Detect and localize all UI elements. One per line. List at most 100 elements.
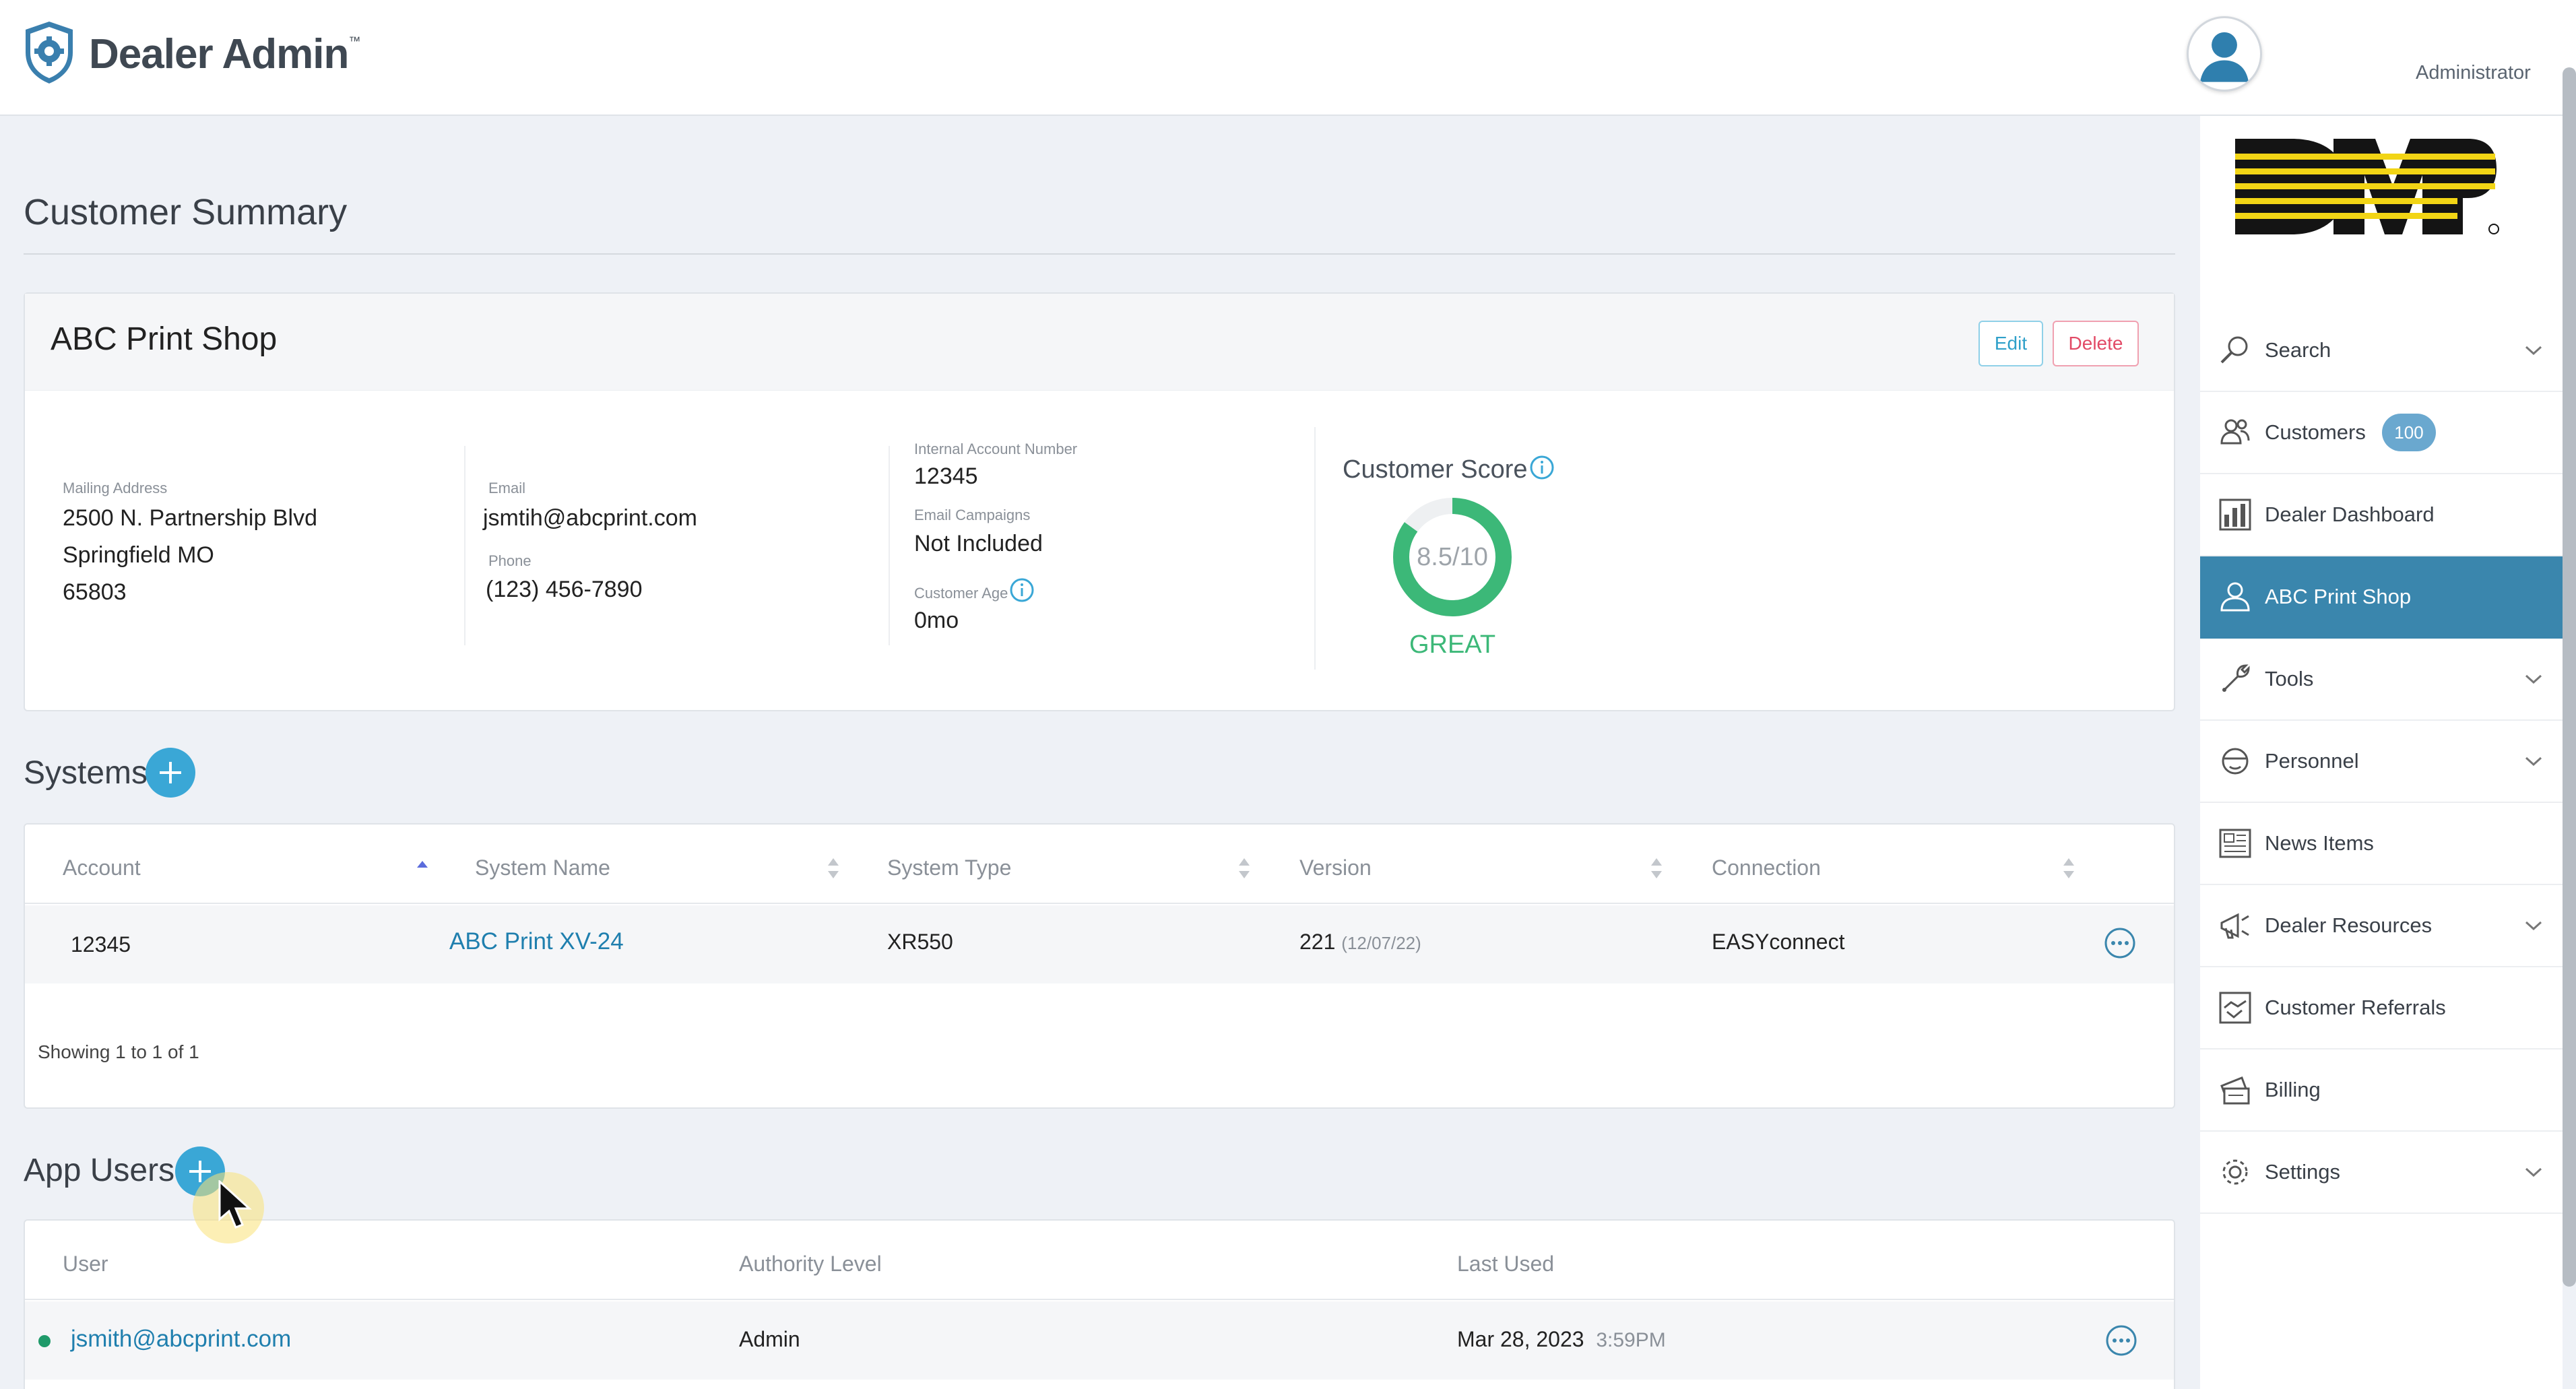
chevron-down-icon xyxy=(2525,346,2542,356)
cell-version: 221 (12/07/22) xyxy=(1299,930,1421,955)
row-actions-button[interactable] xyxy=(2105,1324,2137,1357)
online-status-dot xyxy=(38,1335,51,1347)
score-value: 8.5/10 xyxy=(1417,542,1488,571)
sidebar-item-abc-print-shop[interactable]: ABC Print Shop xyxy=(2200,556,2563,639)
table-row[interactable]: jsmith@abcprint.com Admin Mar 28, 2023 3… xyxy=(25,1301,2174,1380)
sidebar: Search Customers 100 Dealer Dashboard AB… xyxy=(2200,116,2563,1389)
sidebar-item-customer-referrals[interactable]: Customer Referrals xyxy=(2200,967,2563,1049)
sidebar-item-label: Billing xyxy=(2265,1078,2321,1101)
account-number: 12345 xyxy=(914,463,978,489)
sort-icon[interactable] xyxy=(1237,857,1251,880)
info-icon[interactable] xyxy=(1528,454,1555,484)
info-icon[interactable] xyxy=(1008,577,1035,607)
sidebar-item-tools[interactable]: Tools xyxy=(2200,639,2563,721)
sidebar-item-label: Search xyxy=(2265,338,2331,362)
sort-icon[interactable] xyxy=(1650,857,1663,880)
column-divider xyxy=(1314,427,1316,670)
sidebar-item-label: Personnel xyxy=(2265,749,2359,773)
billing-icon xyxy=(2218,1072,2253,1107)
email-label: Email xyxy=(488,480,526,496)
cell-last-used: Mar 28, 2023 3:59PM xyxy=(1457,1327,1666,1352)
customer-email[interactable]: jsmtih@abcprint.com xyxy=(483,500,697,537)
sidebar-item-label: ABC Print Shop xyxy=(2265,585,2412,608)
column-header-version[interactable]: Version xyxy=(1299,855,1372,880)
brand-name: Dealer Admin™ xyxy=(89,31,360,77)
column-header-system-type[interactable]: System Type xyxy=(887,855,1011,880)
customer-count-badge: 100 xyxy=(2382,414,2436,451)
address-line1: 2500 N. Partnership Blvd xyxy=(63,505,317,531)
scrollbar[interactable] xyxy=(2563,67,2576,1287)
column-header-account[interactable]: Account xyxy=(63,855,141,880)
add-system-button[interactable] xyxy=(146,748,195,798)
user-role: Administrator xyxy=(2416,62,2531,84)
address-line3: 65803 xyxy=(63,579,127,605)
email-campaigns-label: Email Campaigns xyxy=(914,507,1031,523)
sidebar-item-search[interactable]: Search xyxy=(2200,310,2563,392)
sidebar-item-label: News Items xyxy=(2265,831,2374,855)
sidebar-item-dealer-resources[interactable]: Dealer Resources xyxy=(2200,885,2563,967)
score-grade: GREAT xyxy=(1409,631,1496,659)
sidebar-item-label: Tools xyxy=(2265,667,2314,690)
system-name-link[interactable]: ABC Print XV-24 xyxy=(449,928,624,955)
app-user-link[interactable]: jsmith@abcprint.com xyxy=(71,1326,291,1353)
table-header: Account System Name System Type Version … xyxy=(25,825,2174,904)
sort-icon[interactable] xyxy=(2062,857,2075,880)
search-icon xyxy=(2218,333,2253,368)
delete-button[interactable]: Delete xyxy=(2053,321,2139,366)
sort-asc-icon[interactable] xyxy=(416,857,429,880)
sidebar-item-label: Customer Referrals xyxy=(2265,996,2446,1019)
dashboard-icon xyxy=(2218,497,2253,532)
systems-table: Account System Name System Type Version … xyxy=(24,823,2175,1109)
account-number-label: Internal Account Number xyxy=(914,441,1078,457)
brand[interactable]: Dealer Admin™ xyxy=(23,20,360,88)
top-header: Dealer Admin™ Administrator xyxy=(0,0,2576,116)
sidebar-item-customers[interactable]: Customers 100 xyxy=(2200,392,2563,474)
dmp-logo xyxy=(2235,139,2499,234)
shield-gear-icon xyxy=(23,20,75,88)
app-users-table: User Authority Level Last Used jsmith@ab… xyxy=(24,1219,2175,1389)
chevron-down-icon xyxy=(2525,921,2542,931)
cell-authority: Admin xyxy=(739,1327,800,1351)
megaphone-icon xyxy=(2218,908,2253,943)
handshake-icon xyxy=(2218,990,2253,1025)
column-header-user: User xyxy=(63,1252,108,1276)
column-header-connection[interactable]: Connection xyxy=(1712,855,1821,880)
main-content: Customer Summary ABC Print Shop Edit Del… xyxy=(0,116,2200,1389)
address-line2: Springfield MO xyxy=(63,542,214,568)
chevron-down-icon xyxy=(2525,756,2542,767)
customer-name: ABC Print Shop xyxy=(51,321,278,357)
cell-connection: EASYconnect xyxy=(1712,930,1845,954)
sidebar-item-news-items[interactable]: News Items xyxy=(2200,803,2563,885)
table-pagination-info: Showing 1 to 1 of 1 xyxy=(38,1041,199,1062)
column-header-system-name[interactable]: System Name xyxy=(475,855,610,880)
column-header-last-used: Last Used xyxy=(1457,1252,1555,1276)
systems-title: Systems xyxy=(24,755,148,791)
app-users-title: App Users xyxy=(24,1153,175,1188)
newspaper-icon xyxy=(2218,826,2253,861)
sidebar-item-label: Dealer Resources xyxy=(2265,913,2433,937)
sidebar-item-settings[interactable]: Settings xyxy=(2200,1132,2563,1214)
customer-age: 0mo xyxy=(914,608,959,633)
sidebar-item-dealer-dashboard[interactable]: Dealer Dashboard xyxy=(2200,474,2563,556)
table-row[interactable]: 12345 ABC Print XV-24 XR550 221 (12/07/2… xyxy=(25,905,2174,983)
avatar[interactable] xyxy=(2187,16,2262,92)
table-header: User Authority Level Last Used xyxy=(25,1221,2174,1300)
sort-icon[interactable] xyxy=(827,857,840,880)
divider xyxy=(24,253,2175,255)
more-icon xyxy=(2106,1325,2137,1356)
gear-icon xyxy=(2218,1155,2253,1190)
sidebar-item-label: Settings xyxy=(2265,1160,2341,1184)
column-divider xyxy=(889,446,890,645)
sidebar-item-personnel[interactable]: Personnel xyxy=(2200,721,2563,803)
more-icon xyxy=(2104,928,2135,959)
sidebar-item-billing[interactable]: Billing xyxy=(2200,1049,2563,1132)
customer-phone[interactable]: (123) 456-7890 xyxy=(486,571,643,608)
edit-button[interactable]: Edit xyxy=(1978,321,2043,366)
email-campaigns: Not Included xyxy=(914,531,1043,556)
cell-system-type: XR550 xyxy=(887,930,953,954)
column-divider xyxy=(464,446,465,645)
users-icon xyxy=(2218,415,2253,450)
row-actions-button[interactable] xyxy=(2104,927,2136,959)
sidebar-item-label: Dealer Dashboard xyxy=(2265,503,2435,526)
mouse-cursor-icon xyxy=(218,1180,252,1229)
